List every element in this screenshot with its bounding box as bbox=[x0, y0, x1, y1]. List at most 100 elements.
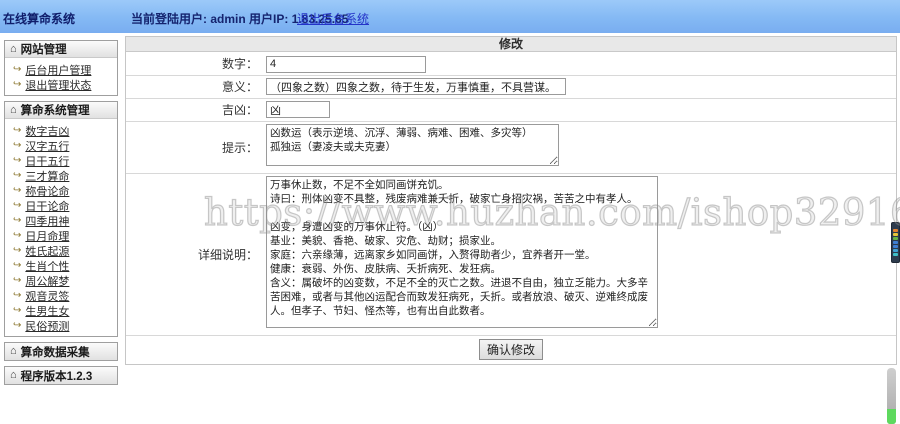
sidebar: ⌂ 网站管理 ↪ 后台用户管理 ↪ 退出管理状态 ⌂ 算命系统管理 bbox=[4, 40, 118, 390]
sidebar-header-data-collection[interactable]: ⌂ 算命数据采集 bbox=[5, 343, 117, 360]
sidebar-header-fortune-system[interactable]: ⌂ 算命系统管理 bbox=[5, 102, 117, 119]
form-row-number: 数字： bbox=[126, 52, 896, 76]
sidebar-item-label: 生男生女 bbox=[25, 303, 69, 319]
floating-toolbar-widget[interactable] bbox=[891, 222, 900, 263]
form-actions: 确认修改 bbox=[126, 336, 896, 364]
arrow-bullet-icon: ↪ bbox=[13, 276, 21, 286]
toolbar-dot-icon bbox=[893, 249, 898, 252]
toolbar-dot-icon bbox=[893, 233, 898, 236]
sidebar-item-label: 观音灵签 bbox=[25, 288, 69, 304]
arrow-bullet-icon: ↪ bbox=[13, 126, 21, 136]
app-title: 在线算命系统 bbox=[3, 10, 75, 27]
sidebar-item-label: 三才算命 bbox=[25, 168, 69, 184]
sidebar-item-hanzi-wuxing[interactable]: ↪ 汉字五行 bbox=[5, 138, 117, 153]
confirm-modify-button[interactable]: 确认修改 bbox=[479, 339, 543, 360]
sidebar-header-label: 网站管理 bbox=[21, 41, 67, 57]
sidebar-item-label: 数字吉凶 bbox=[25, 123, 69, 139]
arrow-bullet-icon: ↪ bbox=[13, 171, 21, 181]
form-title: 修改 bbox=[126, 37, 896, 52]
sidebar-item-label: 四季用神 bbox=[25, 213, 69, 229]
detail-label: 详细说明： bbox=[126, 246, 262, 263]
program-version-label: 程序版本1.2.3 bbox=[21, 368, 93, 384]
sidebar-item-label: 日月命理 bbox=[25, 228, 69, 244]
sidebar-item-label: 姓氏起源 bbox=[25, 243, 69, 259]
sidebar-section-data-collection: ⌂ 算命数据采集 bbox=[4, 342, 118, 361]
hint-label: 提示： bbox=[126, 139, 262, 156]
arrow-bullet-icon: ↪ bbox=[13, 65, 21, 75]
toolbar-dot-icon bbox=[893, 241, 898, 244]
sidebar-item-label: 汉字五行 bbox=[25, 138, 69, 154]
sidebar-item-surname-origin[interactable]: ↪ 姓氏起源 bbox=[5, 243, 117, 258]
sidebar-item-logout-admin-status[interactable]: ↪ 退出管理状态 bbox=[5, 77, 117, 92]
sidebar-item-guanyin-lottery[interactable]: ↪ 观音灵签 bbox=[5, 288, 117, 303]
sidebar-item-zodiac-personality[interactable]: ↪ 生肖个性 bbox=[5, 258, 117, 273]
form-row-hint: 提示： 凶数运（表示逆境、沉浮、薄弱、病难、困难、多灾等） 孤独运（妻凌夫或夫克… bbox=[126, 122, 896, 174]
luck-label: 吉凶： bbox=[126, 101, 262, 118]
sidebar-item-dream-interpretation[interactable]: ↪ 周公解梦 bbox=[5, 273, 117, 288]
topbar: 在线算命系统 当前登陆用户: admin 用户IP: 1.83.25.65 退出… bbox=[0, 0, 900, 33]
form-field bbox=[262, 52, 896, 75]
sidebar-header-label: 算命系统管理 bbox=[21, 102, 90, 118]
meaning-label: 意义： bbox=[126, 78, 262, 95]
toolbar-dot-icon bbox=[893, 245, 898, 248]
home-icon: ⌂ bbox=[10, 105, 17, 116]
sidebar-item-siji-yongshen[interactable]: ↪ 四季用神 bbox=[5, 213, 117, 228]
scroll-indicator-fill bbox=[887, 409, 896, 424]
form-field: 万事休止数，不足不全如同画饼充饥。 诗曰：刑体凶变不具整，残废病难兼夭折，破家亡… bbox=[262, 174, 896, 335]
sidebar-header-label: 算命数据采集 bbox=[21, 344, 90, 360]
sidebar-header-website-management[interactable]: ⌂ 网站管理 bbox=[5, 41, 117, 58]
arrow-bullet-icon: ↪ bbox=[13, 201, 21, 211]
logout-link[interactable]: 退出后台系统 bbox=[297, 10, 369, 27]
sidebar-section-program-version: ⌂ 程序版本1.2.3 bbox=[4, 366, 118, 385]
sidebar-item-label: 日干论命 bbox=[25, 198, 69, 214]
sidebar-items-group: ↪ 后台用户管理 ↪ 退出管理状态 bbox=[5, 58, 117, 95]
home-icon: ⌂ bbox=[10, 346, 17, 357]
detail-textarea[interactable]: 万事休止数，不足不全如同画饼充饥。 诗曰：刑体凶变不具整，残废病难兼夭折，破家亡… bbox=[266, 176, 658, 328]
form-row-luck: 吉凶： bbox=[126, 99, 896, 122]
sidebar-item-number-luck[interactable]: ↪ 数字吉凶 bbox=[5, 123, 117, 138]
arrow-bullet-icon: ↪ bbox=[13, 216, 21, 226]
edit-form: 修改 数字： 意义： 吉凶： 提示： 凶数运（表示逆境、沉浮、薄弱、病难、困难、… bbox=[125, 36, 897, 365]
sidebar-item-admin-user-management[interactable]: ↪ 后台用户管理 bbox=[5, 62, 117, 77]
number-label: 数字： bbox=[126, 55, 262, 72]
sidebar-item-folk-prediction[interactable]: ↪ 民俗预测 bbox=[5, 318, 117, 333]
sidebar-item-chenggu-fortune[interactable]: ↪ 称骨论命 bbox=[5, 183, 117, 198]
sidebar-item-rigan-wuxing[interactable]: ↪ 日干五行 bbox=[5, 153, 117, 168]
sidebar-item-label: 日干五行 bbox=[25, 153, 69, 169]
form-row-meaning: 意义： bbox=[126, 76, 896, 99]
arrow-bullet-icon: ↪ bbox=[13, 156, 21, 166]
home-icon: ⌂ bbox=[10, 44, 17, 55]
scroll-indicator-widget[interactable] bbox=[887, 368, 896, 424]
form-field bbox=[262, 76, 896, 98]
luck-input[interactable] bbox=[266, 101, 330, 118]
home-icon: ⌂ bbox=[10, 370, 17, 381]
form-row-detail: 详细说明： 万事休止数，不足不全如同画饼充饥。 诗曰：刑体凶变不具整，残废病难兼… bbox=[126, 174, 896, 336]
meaning-input[interactable] bbox=[266, 78, 566, 95]
sidebar-item-boy-or-girl[interactable]: ↪ 生男生女 bbox=[5, 303, 117, 318]
sidebar-item-label: 退出管理状态 bbox=[25, 77, 91, 93]
arrow-bullet-icon: ↪ bbox=[13, 246, 21, 256]
sidebar-item-label: 称骨论命 bbox=[25, 183, 69, 199]
page: 在线算命系统 当前登陆用户: admin 用户IP: 1.83.25.65 退出… bbox=[0, 0, 900, 424]
sidebar-item-rigan-fortune[interactable]: ↪ 日干论命 bbox=[5, 198, 117, 213]
arrow-bullet-icon: ↪ bbox=[13, 80, 21, 90]
arrow-bullet-icon: ↪ bbox=[13, 321, 21, 331]
arrow-bullet-icon: ↪ bbox=[13, 306, 21, 316]
sidebar-header-program-version: ⌂ 程序版本1.2.3 bbox=[5, 367, 117, 384]
arrow-bullet-icon: ↪ bbox=[13, 261, 21, 271]
form-field bbox=[262, 99, 896, 121]
toolbar-dot-icon bbox=[893, 253, 898, 256]
sidebar-section-fortune-system: ⌂ 算命系统管理 ↪ 数字吉凶 ↪ 汉字五行 ↪ 日干五行 ↪ 三才算 bbox=[4, 101, 118, 337]
sidebar-item-label: 后台用户管理 bbox=[25, 62, 91, 78]
arrow-bullet-icon: ↪ bbox=[13, 186, 21, 196]
sidebar-item-label: 民俗预测 bbox=[25, 318, 69, 334]
arrow-bullet-icon: ↪ bbox=[13, 141, 21, 151]
hint-textarea[interactable]: 凶数运（表示逆境、沉浮、薄弱、病难、困难、多灾等） 孤独运（妻凌夫或夫克妻） bbox=[266, 124, 559, 166]
sidebar-item-riyue-mingli[interactable]: ↪ 日月命理 bbox=[5, 228, 117, 243]
sidebar-item-sancai-fortune[interactable]: ↪ 三才算命 bbox=[5, 168, 117, 183]
toolbar-dot-icon bbox=[893, 229, 898, 232]
number-input[interactable] bbox=[266, 56, 426, 73]
arrow-bullet-icon: ↪ bbox=[13, 231, 21, 241]
sidebar-item-label: 周公解梦 bbox=[25, 273, 69, 289]
toolbar-dot-icon bbox=[893, 237, 898, 240]
